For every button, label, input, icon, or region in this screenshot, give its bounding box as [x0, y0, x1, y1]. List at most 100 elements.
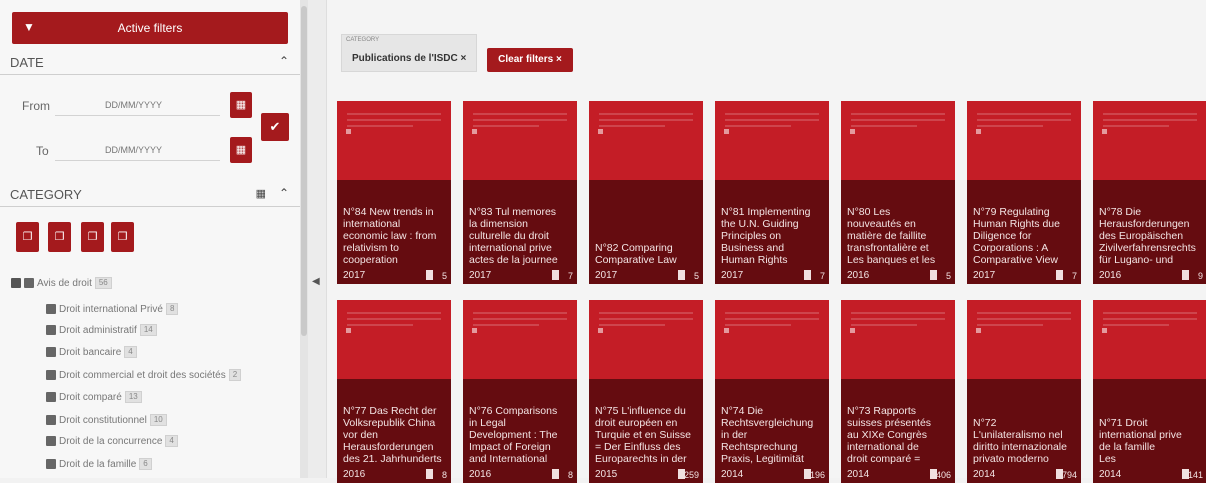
sidebar-scrollbar[interactable]	[300, 0, 308, 478]
cover-decoration	[347, 113, 441, 131]
document-icon	[1056, 270, 1063, 280]
apply-date-button[interactable]: ✔	[261, 113, 289, 141]
checkbox[interactable]	[46, 459, 56, 470]
tree-item-label: Droit comparé	[59, 392, 122, 403]
cover-decoration	[725, 113, 819, 131]
cover-decoration	[473, 113, 567, 131]
date-to-input[interactable]	[55, 139, 220, 161]
tree-item-label: Droit de la famille	[59, 459, 137, 470]
checkbox[interactable]	[46, 370, 56, 381]
count-badge: 4	[124, 346, 137, 359]
category-filter-chip[interactable]: CATEGORY Publications de l'ISDC ×	[341, 34, 477, 72]
document-icon	[804, 270, 811, 280]
card-title[interactable]: N°75 L'influence du droit européen en Tu…	[595, 405, 697, 465]
card-title[interactable]: N°74 Die Rechtsvergleichung in der Recht…	[721, 405, 823, 465]
date-section-header[interactable]: DATE ⌃	[0, 52, 300, 75]
card-title[interactable]: N°73 Rapports suisses présentés au XIXe …	[847, 405, 949, 465]
cover-logo	[850, 328, 855, 333]
card-title[interactable]: N°83 Tul memores la dimension culturelle…	[469, 206, 571, 266]
grid-icon[interactable]: ▦	[256, 187, 266, 200]
card-title[interactable]: N°84 New trends in international economi…	[343, 206, 445, 266]
category-tree-root[interactable]: Avis de droit 56	[11, 276, 112, 292]
publication-card[interactable]: N°72 L'unilateralismo nel diritto intern…	[967, 300, 1081, 483]
card-year: 2016	[469, 469, 492, 480]
publication-card[interactable]: N°81 Implementing the U.N. Guiding Princ…	[715, 101, 829, 284]
card-title[interactable]: N°81 Implementing the U.N. Guiding Princ…	[721, 206, 823, 266]
card-year: 2016	[1099, 270, 1122, 281]
tree-item-label: Droit de la concurrence	[59, 436, 163, 447]
chevron-up-icon[interactable]: ⌃	[279, 54, 289, 68]
active-filters-button[interactable]: ▼ Active filters	[12, 12, 288, 44]
publication-card[interactable]: N°71 Droit international prive de la fam…	[1093, 300, 1206, 483]
publication-card[interactable]: N°78 Die Herausforderungen des Europäisc…	[1093, 101, 1206, 284]
card-title[interactable]: N°71 Droit international prive de la fam…	[1099, 417, 1201, 465]
card-title[interactable]: N°72 L'unilateralismo nel diritto intern…	[973, 417, 1075, 465]
category-tree-item[interactable]: Droit constitutionnel 10	[46, 413, 167, 429]
select-all-button[interactable]: ❐	[81, 222, 104, 252]
publication-card[interactable]: N°80 Les nouveautés en matière de failli…	[841, 101, 955, 284]
copy-icon: ❐	[87, 231, 98, 243]
category-section-header[interactable]: CATEGORY ▦ ⌃	[0, 184, 300, 207]
calendar-icon[interactable]: ▦	[230, 92, 252, 118]
chevron-up-icon[interactable]: ⌃	[279, 186, 289, 200]
checkbox[interactable]	[24, 278, 34, 289]
card-title[interactable]: N°80 Les nouveautés en matière de failli…	[847, 206, 949, 266]
date-from-input[interactable]	[55, 94, 220, 116]
cover-decoration	[599, 113, 693, 131]
deselect-all-button[interactable]: ❐	[111, 222, 134, 252]
card-count: 794	[1061, 470, 1077, 480]
count-badge: 4	[165, 435, 178, 448]
scrollbar-thumb[interactable]	[301, 6, 307, 336]
card-title[interactable]: N°78 Die Herausforderungen des Europäisc…	[1099, 206, 1201, 266]
expand-all-button[interactable]: ❐	[16, 222, 39, 252]
tree-item-label: Droit constitutionnel	[59, 415, 147, 426]
sidebar-toggle[interactable]: ◀	[308, 0, 327, 478]
category-tree-item[interactable]: Droit comparé 13	[46, 390, 142, 406]
publication-card[interactable]: N°76 Comparisons in Legal Development : …	[463, 300, 577, 483]
checkbox[interactable]	[46, 347, 56, 358]
card-count: 141	[1187, 470, 1203, 480]
clear-filters-button[interactable]: Clear filters ×	[487, 48, 573, 72]
chevron-left-icon[interactable]: ◀	[312, 276, 320, 287]
collapse-all-button[interactable]: ❐	[48, 222, 71, 252]
checkbox[interactable]	[46, 325, 56, 336]
publication-card[interactable]: N°79 Regulating Human Rights due Diligen…	[967, 101, 1081, 284]
publication-card[interactable]: N°74 Die Rechtsvergleichung in der Recht…	[715, 300, 829, 483]
card-year: 2017	[721, 270, 744, 281]
card-count: 406	[935, 470, 951, 480]
publication-card[interactable]: N°82 Comparing Comparative Law 2017 5	[589, 101, 703, 284]
filter-chip-title: CATEGORY	[346, 37, 380, 43]
count-badge: 14	[139, 324, 157, 337]
card-count: 7	[1071, 271, 1077, 281]
tree-item-label: Droit administratif	[59, 325, 137, 336]
checkbox[interactable]	[46, 304, 56, 315]
category-tree-item[interactable]: Droit bancaire 4	[46, 345, 137, 361]
document-icon	[1182, 270, 1189, 280]
publication-card[interactable]: N°83 Tul memores la dimension culturelle…	[463, 101, 577, 284]
calendar-icon[interactable]: ▦	[230, 137, 252, 163]
publication-card[interactable]: N°75 L'influence du droit européen en Tu…	[589, 300, 703, 483]
tree-item-label: Avis de droit	[37, 278, 92, 289]
card-title[interactable]: N°76 Comparisons in Legal Development : …	[469, 405, 571, 465]
document-icon	[552, 270, 559, 280]
cover-decoration	[977, 113, 1071, 131]
publication-card[interactable]: N°84 New trends in international economi…	[337, 101, 451, 284]
checkbox[interactable]	[46, 415, 56, 426]
count-badge: 2	[228, 369, 242, 382]
category-tree-item[interactable]: Droit de la concurrence 4	[46, 434, 178, 450]
checkbox[interactable]	[46, 436, 56, 447]
card-title[interactable]: N°82 Comparing Comparative Law	[595, 242, 697, 266]
publication-card[interactable]: N°73 Rapports suisses présentés au XIXe …	[841, 300, 955, 483]
cover-logo	[976, 328, 981, 333]
card-year: 2016	[847, 270, 870, 281]
category-tree-item[interactable]: Droit international Privé 8	[46, 302, 179, 318]
publication-card[interactable]: N°77 Das Recht der Volksrepublik China v…	[337, 300, 451, 483]
filter-chip-value[interactable]: Publications de l'ISDC ×	[352, 53, 466, 64]
category-tree-item[interactable]: Droit administratif 14	[46, 323, 157, 339]
checkbox[interactable]	[46, 392, 56, 403]
category-tree-item[interactable]: Droit de la famille 6	[46, 457, 152, 473]
card-title[interactable]: N°79 Regulating Human Rights due Diligen…	[973, 206, 1075, 266]
collapse-icon[interactable]	[11, 278, 21, 289]
category-tree-item[interactable]: Droit commercial et droit des sociétés 2	[46, 368, 242, 384]
card-title[interactable]: N°77 Das Recht der Volksrepublik China v…	[343, 405, 445, 465]
